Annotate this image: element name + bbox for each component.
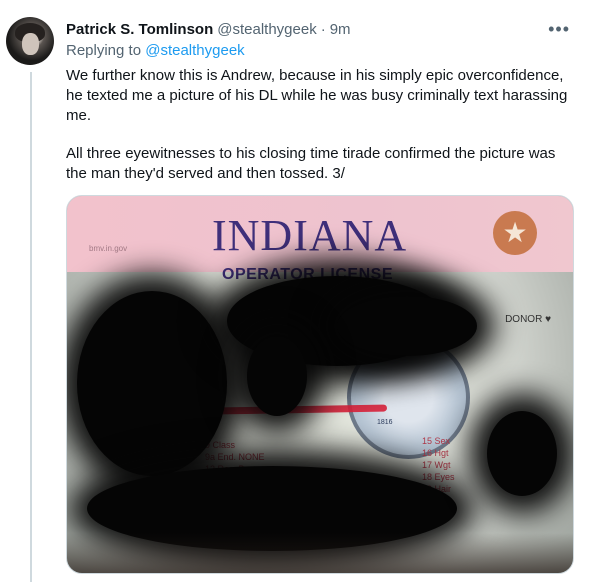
license-logo-text: bmv.in.gov <box>89 244 128 253</box>
tweet-body: We further know this is Andrew, because … <box>66 66 572 184</box>
tweet-media-image[interactable]: bmv.in.gov INDIANA OPERATOR LICENSE ★ DO… <box>66 195 574 574</box>
license-title: INDIANA <box>212 211 408 260</box>
donor-label: DONOR ♥ <box>505 314 551 325</box>
photo-edge-shadow <box>67 533 573 573</box>
privacy-blur <box>77 291 227 476</box>
reply-to-link[interactable]: @stealthygeek <box>145 42 244 59</box>
reply-context: Replying to @stealthygeek <box>66 42 245 59</box>
author-handle[interactable]: @stealthygeek <box>217 21 316 38</box>
license-field: 18 Eyes <box>422 472 455 482</box>
reply-prefix: Replying to <box>66 42 142 59</box>
license-field: 17 Wgt <box>422 460 451 470</box>
more-options-icon[interactable]: ••• <box>548 19 570 40</box>
tweet-paragraph-2: All three eyewitnesses to his closing ti… <box>66 145 556 182</box>
tweet-paragraph-1: We further know this is Andrew, because … <box>66 67 568 124</box>
tweet-timestamp[interactable]: 9m <box>330 21 351 38</box>
avatar-face <box>22 33 39 55</box>
seal-year: 1816 <box>377 419 393 426</box>
license-field: 9a End. NONE <box>205 452 265 462</box>
star-icon: ★ <box>493 211 537 255</box>
tweet-header: Patrick S. Tomlinson @stealthygeek · 9m <box>66 19 351 39</box>
privacy-blur <box>247 336 307 416</box>
separator-dot: · <box>320 20 326 38</box>
author-name[interactable]: Patrick S. Tomlinson <box>66 21 213 38</box>
license-field: 15 Sex <box>422 436 451 446</box>
privacy-blur <box>337 296 477 356</box>
license-field: 16 Hgt <box>422 448 449 458</box>
privacy-blur <box>487 411 557 496</box>
avatar[interactable] <box>6 17 54 65</box>
thread-connector-line <box>30 72 32 582</box>
